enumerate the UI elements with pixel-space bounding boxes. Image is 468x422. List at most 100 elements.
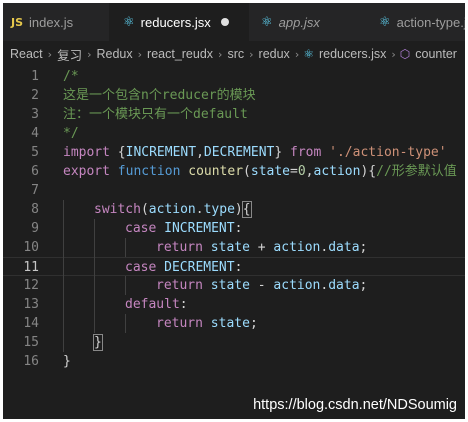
code-token: INCREMENT <box>125 145 197 160</box>
code-line[interactable]: 2 这是一个包含n个reducer的模块 <box>3 86 465 105</box>
code-line[interactable]: 13 default: <box>3 295 465 314</box>
code-line[interactable]: 3 注：一个模块只有一个default <box>3 105 465 124</box>
code-token: return <box>156 278 203 293</box>
line-number: 10 <box>23 240 39 255</box>
code-token: . <box>195 202 204 217</box>
code-token: data <box>328 240 360 255</box>
code-token: //形参默认值 <box>376 164 457 179</box>
line-number: 11 <box>23 260 39 275</box>
code-token: state <box>250 164 291 179</box>
code-line[interactable]: 15} <box>3 333 465 352</box>
code-line[interactable]: 4 */ <box>3 124 465 143</box>
line-number: 14 <box>23 316 39 331</box>
tab-index-js[interactable]: JS index.js <box>3 3 109 41</box>
code-token: default <box>125 297 180 312</box>
editor-window: JS index.js ⚛ reducers.jsx ⚛ app.jsx ⚛ a… <box>3 3 465 419</box>
code-text: return state + action.data; <box>156 238 367 257</box>
chevron-right-icon: › <box>391 47 396 61</box>
code-token: DECREMENT <box>164 260 235 275</box>
code-token: 0 <box>297 164 306 179</box>
breadcrumb-item[interactable]: React <box>10 47 43 61</box>
code-token: } <box>63 354 71 369</box>
react-icon: ⚛ <box>261 14 273 30</box>
indent-guide <box>125 276 126 295</box>
code-token: action <box>313 164 361 179</box>
chevron-right-icon: › <box>294 47 300 61</box>
tab-app-jsx[interactable]: ⚛ app.jsx <box>249 3 369 41</box>
code-text: case DECREMENT: <box>125 258 242 277</box>
code-line[interactable]: 8 switch(action.type){ <box>3 200 465 219</box>
code-line[interactable]: 12 return state - action.data; <box>3 276 465 295</box>
code-token: ){ <box>360 164 377 179</box>
code-token: action <box>273 240 321 255</box>
breadcrumb-item[interactable]: reducers.jsx <box>319 47 386 61</box>
indent-guide <box>94 219 95 333</box>
tab-action-type-js[interactable]: ⚛ action-type.js <box>369 3 465 41</box>
breadcrumb-item[interactable]: src <box>227 47 244 61</box>
code-editor[interactable]: 1 /* 2 这是一个包含n个reducer的模块 3 注：一个模块只有一个default… <box>3 67 465 369</box>
code-token: action <box>273 278 321 293</box>
code-token: ( <box>243 164 251 179</box>
breadcrumb-item[interactable]: react_reudx <box>147 47 213 61</box>
indent-guide <box>125 314 126 333</box>
line-number: 4 <box>31 126 39 141</box>
breadcrumb-item[interactable]: 复习 <box>57 45 82 64</box>
chevron-right-icon: › <box>47 47 53 61</box>
code-token: : <box>179 297 188 312</box>
code-text: 这是一个包含n个reducer的模块 <box>63 86 256 105</box>
code-text: return state - action.data; <box>156 276 367 295</box>
line-number: 3 <box>31 107 39 122</box>
line-number: 7 <box>31 183 39 198</box>
code-text: export function counter(state=0,action){… <box>63 162 457 181</box>
tab-label: app.jsx <box>278 14 320 30</box>
js-icon: JS <box>11 15 24 29</box>
code-token: return <box>156 316 203 331</box>
code-token: ; <box>359 278 368 293</box>
react-icon: ⚛ <box>379 14 391 30</box>
cube-icon: ⬡ <box>399 47 411 61</box>
code-line[interactable]: 1 /* <box>3 67 465 86</box>
code-token: : <box>234 221 243 236</box>
breadcrumb: React › 复习 › Redux › react_reudx › src ›… <box>3 41 465 67</box>
code-line[interactable]: 11 case DECREMENT: <box>3 257 465 276</box>
code-token: from <box>290 145 322 160</box>
code-token: 注：一个模块只有一个default <box>63 107 248 122</box>
code-token: ) <box>234 202 243 217</box>
code-token: function <box>117 164 181 179</box>
code-line[interactable]: 5 import {INCREMENT,DECREMENT} from './ac… <box>3 143 465 162</box>
code-token: switch <box>94 202 141 217</box>
code-line[interactable]: 10 return state + action.data; <box>3 238 465 257</box>
code-text: default: <box>125 295 188 314</box>
code-token: counter <box>188 164 244 179</box>
line-number: 13 <box>23 297 39 312</box>
code-line[interactable]: 7 <box>3 181 465 200</box>
code-text: */ <box>63 124 79 143</box>
code-token: ; <box>359 240 368 255</box>
code-line[interactable]: 9 case INCREMENT: <box>3 219 465 238</box>
code-token: , <box>305 164 314 179</box>
chevron-right-icon: › <box>218 47 223 61</box>
code-token: './action-type' <box>329 145 447 160</box>
tab-reducers-jsx[interactable]: ⚛ reducers.jsx <box>109 3 249 41</box>
code-token: /* <box>63 69 79 84</box>
indent-guide <box>125 238 126 257</box>
code-text: /* <box>63 67 79 86</box>
breadcrumb-item[interactable]: counter <box>415 47 457 61</box>
breadcrumb-item[interactable]: redux <box>259 47 290 61</box>
breadcrumb-item[interactable]: Redux <box>96 47 132 61</box>
code-token: INCREMENT <box>164 221 235 236</box>
code-text: import {INCREMENT,DECREMENT} from './act… <box>63 143 447 162</box>
code-line[interactable]: 16} <box>3 352 465 371</box>
tab-bar: JS index.js ⚛ reducers.jsx ⚛ app.jsx ⚛ a… <box>3 3 465 41</box>
code-line[interactable]: 6 export function counter(state=0,action)… <box>3 162 465 181</box>
code-line[interactable]: 14 return state; <box>3 314 465 333</box>
code-token: case <box>125 221 157 236</box>
line-number: 6 <box>31 164 39 179</box>
unsaved-dot-icon[interactable] <box>220 18 229 26</box>
code-token: , <box>196 145 204 160</box>
